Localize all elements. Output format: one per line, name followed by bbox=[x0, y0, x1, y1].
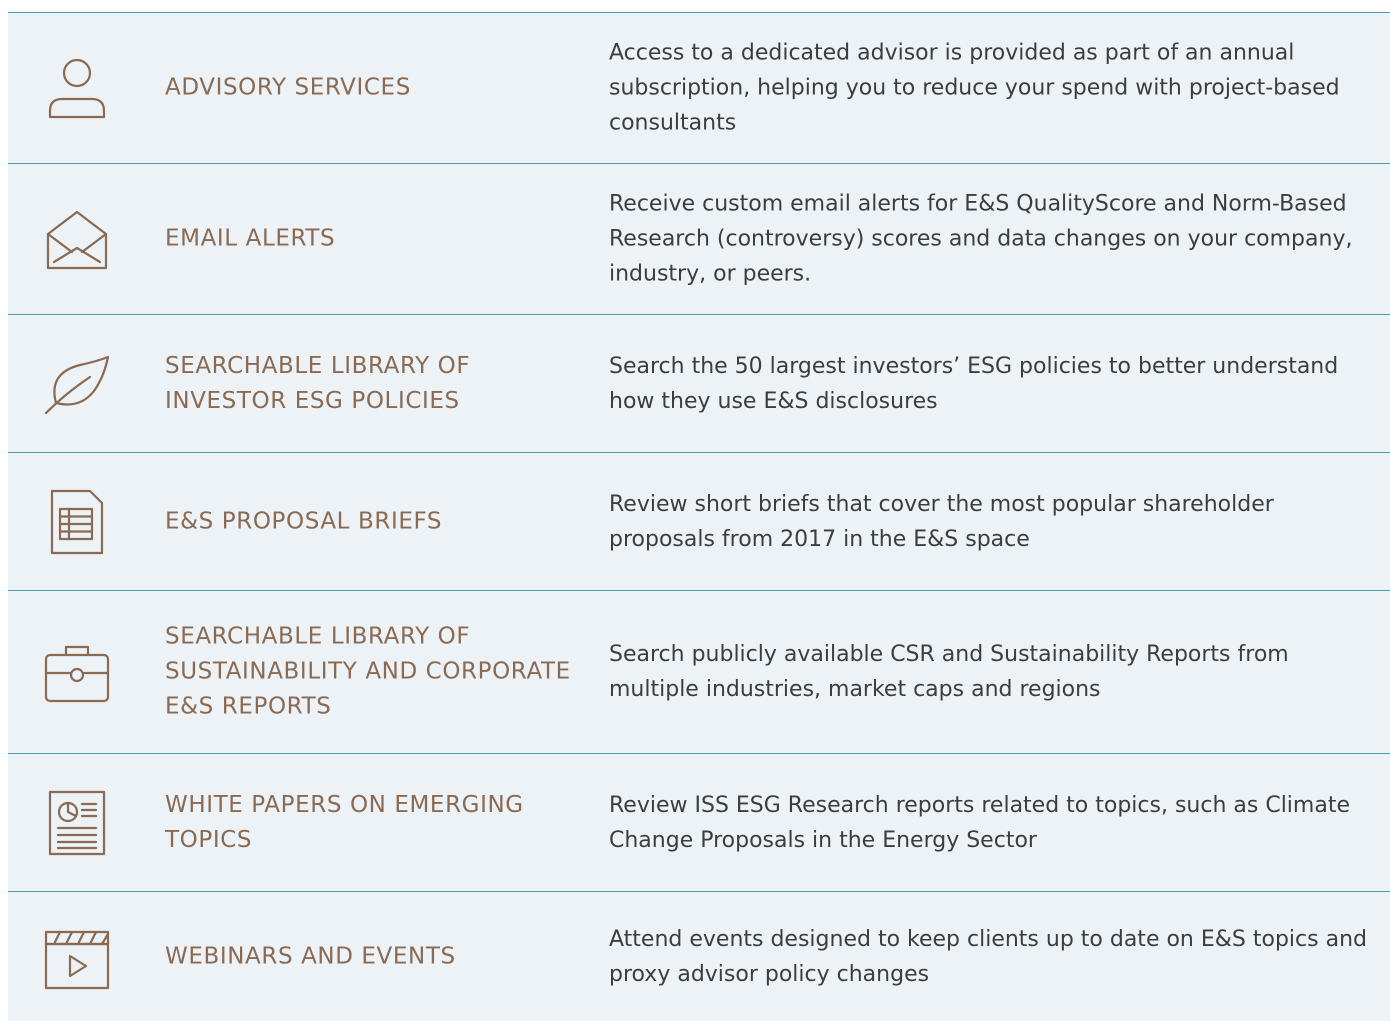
person-icon bbox=[42, 53, 112, 123]
service-description: Receive custom email alerts for E&S Qual… bbox=[609, 191, 1353, 287]
service-title: E&S PROPOSAL BRIEFS bbox=[165, 508, 443, 534]
service-title: ADVISORY SERVICES bbox=[165, 74, 411, 101]
service-title: SEARCHABLE LIBRARY OF SUSTAINABILITY AND… bbox=[165, 623, 571, 720]
envelope-icon bbox=[42, 204, 112, 274]
service-description: Review ISS ESG Research reports related … bbox=[609, 792, 1350, 853]
service-description: Review short briefs that cover the most … bbox=[609, 491, 1274, 552]
services-table: ADVISORY SERVICES Access to a dedicated … bbox=[0, 0, 1390, 1021]
service-title: SEARCHABLE LIBRARY OF INVESTOR ESG POLIC… bbox=[165, 352, 471, 414]
service-title: EMAIL ALERTS bbox=[165, 225, 336, 252]
service-row-sustainability-reports: SEARCHABLE LIBRARY OF SUSTAINABILITY AND… bbox=[8, 590, 1390, 753]
service-row-advisory: ADVISORY SERVICES Access to a dedicated … bbox=[8, 12, 1390, 163]
service-row-investor-policies: SEARCHABLE LIBRARY OF INVESTOR ESG POLIC… bbox=[8, 314, 1390, 452]
service-title: WHITE PAPERS ON EMERGING TOPICS bbox=[165, 791, 524, 853]
service-description: Search the 50 largest investors’ ESG pol… bbox=[609, 353, 1339, 414]
service-row-email-alerts: EMAIL ALERTS Receive custom email alerts… bbox=[8, 163, 1390, 314]
spreadsheet-document-icon bbox=[42, 487, 112, 557]
briefcase-icon bbox=[42, 637, 112, 707]
report-chart-icon bbox=[42, 788, 112, 858]
service-row-webinars: WEBINARS AND EVENTS Attend events design… bbox=[8, 891, 1390, 1021]
service-description: Search publicly available CSR and Sustai… bbox=[609, 642, 1289, 702]
video-clapper-icon bbox=[42, 924, 112, 994]
leaf-icon bbox=[42, 349, 112, 419]
service-row-proposal-briefs: E&S PROPOSAL BRIEFS Review short briefs … bbox=[8, 452, 1390, 590]
service-row-white-papers: WHITE PAPERS ON EMERGING TOPICS Review I… bbox=[8, 753, 1390, 891]
service-description: Attend events designed to keep clients u… bbox=[609, 926, 1367, 987]
service-title: WEBINARS AND EVENTS bbox=[165, 943, 456, 969]
service-description: Access to a dedicated advisor is provide… bbox=[609, 40, 1340, 136]
